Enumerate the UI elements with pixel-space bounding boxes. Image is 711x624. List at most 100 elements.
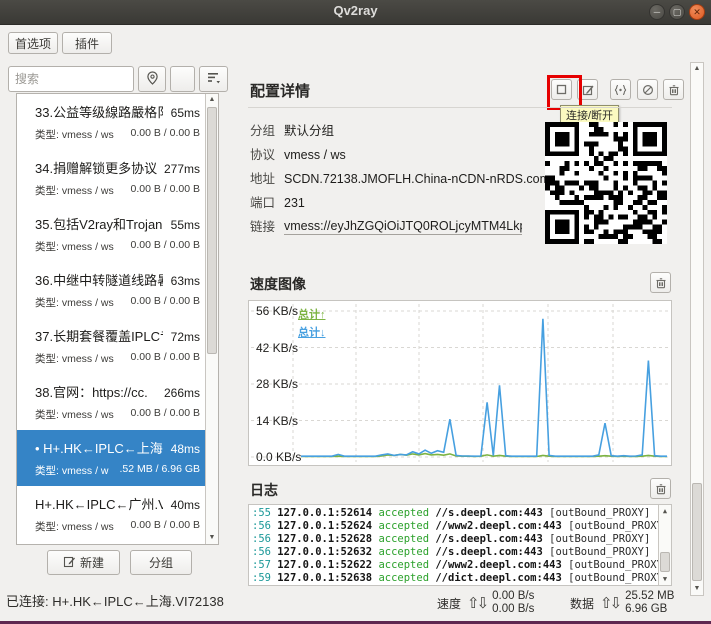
chart-legend-item[interactable]: 总计↑	[298, 306, 326, 322]
sort-button[interactable]	[199, 66, 228, 92]
updown-arrows-icon: ⇧⇩	[467, 594, 486, 612]
connection-stats: 0.00 B / 0.00 B	[131, 127, 200, 142]
connection-title: H+.HK←IPLC←广州.V	[35, 494, 163, 513]
detail-title: 配置详情	[250, 80, 310, 101]
connection-list[interactable]: 33.公益等级線路嚴格阝65ms类型: vmess / ws0.00 B / 0…	[16, 93, 219, 545]
connection-latency: 48ms	[171, 442, 200, 456]
trash-icon	[668, 84, 680, 96]
log-line: :57 127.0.0.1:52622 accepted //www2.deep…	[252, 559, 671, 572]
data-label: 数据	[570, 595, 594, 612]
speed-up-value: 0.00 B/s	[492, 590, 534, 602]
speed-label: 速度	[437, 595, 461, 612]
connection-item[interactable]: H+.HK←IPLC←	[17, 542, 218, 545]
clear-chart-button[interactable]	[650, 272, 671, 293]
scroll-up-icon[interactable]: ▲	[659, 505, 671, 517]
connection-stats: 0.00 B / 0.00 B	[131, 351, 200, 366]
edit-json-button[interactable]	[610, 79, 631, 100]
sort-icon	[207, 72, 221, 87]
connection-item[interactable]: 33.公益等级線路嚴格阝65ms类型: vmess / ws0.00 B / 0…	[17, 94, 218, 150]
close-button[interactable]: ✕	[689, 4, 705, 20]
log-scrollbar[interactable]: ▲ ▼	[658, 505, 671, 585]
scroll-up-icon[interactable]: ▲	[691, 63, 703, 75]
log-line: :55 127.0.0.1:52614 accepted //s.deepl.c…	[252, 507, 671, 520]
scrollbar-thumb[interactable]	[660, 552, 670, 572]
edit-pencil-icon	[582, 84, 594, 96]
maximize-button[interactable]: ▢	[669, 4, 685, 20]
scroll-down-icon[interactable]: ▼	[659, 573, 671, 585]
search-input[interactable]	[8, 66, 134, 92]
connection-item[interactable]: 38.官网：https://cc.266ms类型: vmess / ws0.00…	[17, 374, 218, 430]
connection-stats: 0.00 B / 0.00 B	[131, 239, 200, 254]
latency-test-button[interactable]	[138, 66, 166, 92]
field-value: 231	[284, 196, 305, 210]
field-value: 默认分组	[284, 124, 334, 138]
preferences-button[interactable]: 首选项	[8, 32, 58, 54]
delete-connection-button[interactable]	[663, 79, 684, 100]
scroll-up-icon[interactable]: ▲	[206, 94, 218, 106]
connection-latency: 277ms	[164, 162, 200, 176]
connection-item[interactable]: H+.HK←IPLC←广州.V40ms类型: vmess / ws0.00 B …	[17, 486, 218, 542]
connection-type: 类型: vmess / ws	[35, 239, 114, 254]
field-label: 链接	[250, 216, 284, 235]
panel-scrollbar[interactable]: ▲ ▼	[690, 62, 704, 596]
chart-series-line	[301, 319, 667, 456]
new-connection-label: 新建	[80, 554, 104, 571]
chart-y-tick: 42 KB/s	[256, 341, 298, 355]
connection-item[interactable]: 37.长期套餐覆盖IPLC专72ms类型: vmess / ws0.00 B /…	[17, 318, 218, 374]
log-line: :59 127.0.0.1:52638 accepted //dict.deep…	[252, 572, 671, 585]
detail-field: 链接vmess://eyJhZGQiOiJTQ0ROLjcyMTM4LkpNT0…	[250, 216, 522, 235]
connection-list-scrollbar[interactable]: ▲ ▼	[205, 94, 218, 544]
data-up-value: 25.52 MB	[625, 590, 674, 602]
plugins-button[interactable]: 插件	[62, 32, 112, 54]
chart-legend-item[interactable]: 总计↓	[298, 324, 326, 340]
field-label: 协议	[250, 144, 284, 163]
data-status: 数据 ⇧⇩ 25.52 MB 6.96 GB	[570, 590, 674, 616]
connection-stats: 0.00 B / 0.00 B	[131, 183, 200, 198]
field-value[interactable]: vmess://eyJhZGQiOiJTQ0ROLjcyMTM4LkpNT0ZM…	[284, 219, 522, 235]
field-label: 地址	[250, 168, 284, 187]
chart-y-tick: 28 KB/s	[256, 377, 298, 391]
connection-item[interactable]: 34.捐赠解锁更多协议277ms类型: vmess / ws0.00 B / 0…	[17, 150, 218, 206]
clear-log-button[interactable]	[650, 478, 671, 499]
minimize-button[interactable]: ─	[649, 4, 665, 20]
chart-y-tick: 56 KB/s	[256, 304, 298, 318]
log-line: :56 127.0.0.1:52624 accepted //www2.deep…	[252, 520, 671, 533]
connection-type: 类型: vmess / ws	[35, 295, 114, 310]
scrollbar-thumb[interactable]	[207, 107, 217, 354]
connection-type: 类型: vmess / ws	[35, 127, 114, 142]
qr-code	[545, 122, 667, 244]
empty-button[interactable]	[170, 66, 195, 92]
trash-icon	[655, 483, 667, 495]
log-view[interactable]: :55 127.0.0.1:52614 accepted //s.deepl.c…	[248, 504, 672, 586]
connection-stats: 0.00 B / 0.00 B	[131, 295, 200, 310]
updown-arrows-icon: ⇧⇩	[600, 594, 619, 612]
circle-slash-icon	[642, 84, 654, 96]
new-document-icon	[63, 555, 76, 571]
connection-item[interactable]: 35.包括V2ray和Trojan55ms类型: vmess / ws0.00 …	[17, 206, 218, 262]
scroll-down-icon[interactable]: ▼	[206, 532, 218, 544]
detail-field: 地址SCDN.72138.JMOFLH.China-nCDN-nRDS.com	[250, 168, 550, 187]
titlebar[interactable]: Qv2ray ─ ▢ ✕	[0, 0, 711, 25]
connection-latency: 266ms	[164, 386, 200, 400]
detail-panel: 配置详情 连接/断开	[248, 74, 684, 586]
scrollbar-thumb[interactable]	[692, 483, 702, 581]
clear-usage-button[interactable]	[637, 79, 658, 100]
connection-item[interactable]: • H+.HK←IPLC←上海48ms类型: vmess / w.52 MB /…	[17, 430, 218, 486]
scroll-down-icon[interactable]: ▼	[691, 583, 703, 595]
connection-stats: 0.00 B / 0.00 B	[131, 519, 200, 534]
detail-field: 端口231	[250, 192, 305, 211]
connection-item[interactable]: 36.中继中转隧道线路暑63ms类型: vmess / ws0.00 B / 0…	[17, 262, 218, 318]
new-connection-button[interactable]: 新建	[47, 550, 120, 575]
location-pin-icon	[146, 71, 159, 88]
connection-latency: 65ms	[171, 106, 200, 120]
data-down-value: 6.96 GB	[625, 603, 667, 615]
field-value: vmess / ws	[284, 148, 346, 162]
qv2ray-window: Qv2ray ─ ▢ ✕ 首选项 插件 33.公益等级線路嚴格阝65ms类型: …	[0, 0, 711, 624]
field-label: 分组	[250, 120, 284, 139]
window-controls: ─ ▢ ✕	[649, 4, 705, 20]
connection-title: • H+.HK←IPLC←上海	[35, 438, 163, 457]
group-button[interactable]: 分组	[130, 550, 192, 575]
connection-type: 类型: vmess / ws	[35, 351, 114, 366]
connection-items: 33.公益等级線路嚴格阝65ms类型: vmess / ws0.00 B / 0…	[17, 94, 218, 545]
window-title: Qv2ray	[0, 3, 711, 18]
